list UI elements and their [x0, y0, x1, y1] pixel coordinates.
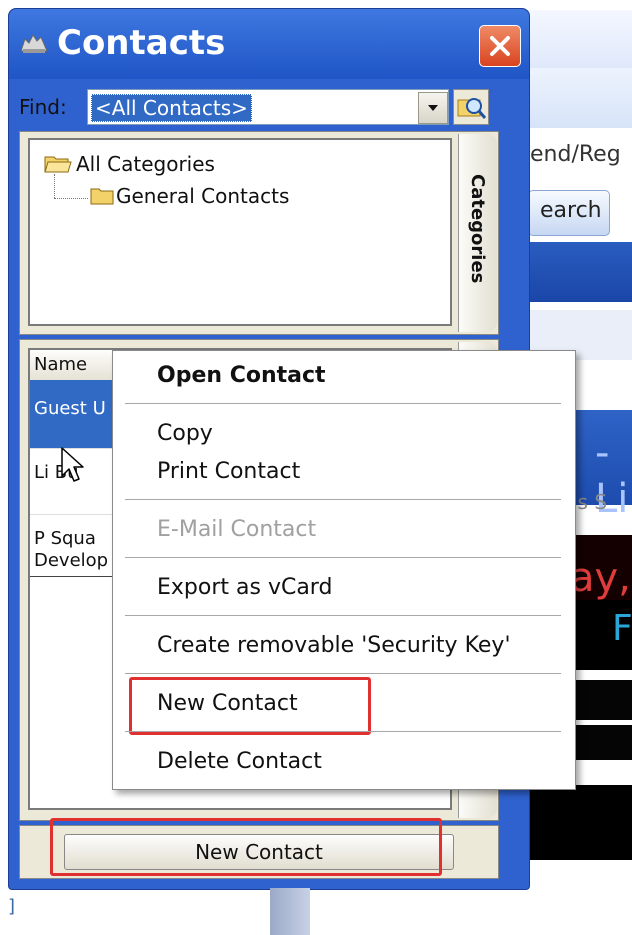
categories-tree[interactable]: All Categories General Contacts [28, 138, 452, 326]
tree-connector [54, 198, 88, 199]
menu-item-create-security-key[interactable]: Create removable 'Security Key' [157, 633, 511, 658]
title-bar[interactable]: Contacts [9, 9, 529, 79]
tree-item-general-contacts[interactable]: General Contacts [116, 184, 289, 208]
column-header-name[interactable]: Name [34, 354, 87, 375]
menu-item-email-contact: E-Mail Contact [157, 517, 317, 542]
menu-separator [125, 673, 561, 674]
menu-item-export-vcard[interactable]: Export as vCard [157, 575, 332, 600]
menu-separator [125, 499, 561, 500]
new-contact-button-highlight [50, 818, 442, 876]
background-f-text: F [612, 608, 632, 649]
tree-item-all-categories[interactable]: All Categories [76, 152, 215, 176]
bracket-glyph: ] [8, 896, 16, 917]
mouse-cursor-icon [61, 447, 84, 482]
background-ls-text: ls S [572, 490, 608, 514]
search-folder-icon [457, 98, 487, 119]
app-icon [20, 34, 48, 53]
contact-row-name[interactable]: Guest U [34, 398, 106, 419]
menu-separator [125, 731, 561, 732]
folder-icon [90, 188, 114, 205]
tab-categories[interactable]: Categories [458, 134, 497, 332]
find-combobox[interactable]: <All Contacts> [87, 89, 449, 125]
background-ay-text: ay, [570, 555, 631, 601]
menu-item-copy[interactable]: Copy [157, 421, 213, 446]
find-dropdown-button[interactable] [418, 92, 448, 124]
tree-connector [54, 174, 55, 198]
menu-item-print-contact[interactable]: Print Contact [157, 459, 300, 484]
background-search-label: earch [540, 198, 602, 223]
new-contact-menu-highlight [129, 677, 371, 735]
categories-panel: All Categories General Contacts Categori… [19, 131, 499, 335]
folder-open-icon [44, 156, 72, 173]
contact-row-name[interactable]: P Squa Develop [34, 528, 108, 572]
chevron-down-icon [428, 105, 438, 111]
background-send-register-label: end/Reg [530, 142, 621, 167]
menu-item-open-contact[interactable]: Open Contact [157, 363, 326, 388]
tab-categories-label: Categories [467, 174, 488, 284]
context-menu: Open Contact Copy Print Contact E-Mail C… [112, 350, 576, 790]
find-label: Find: [19, 95, 67, 119]
find-selected-value: <All Contacts> [91, 94, 252, 122]
background-scroll-strip [270, 888, 310, 935]
menu-separator [125, 615, 561, 616]
menu-separator [125, 557, 561, 558]
close-button[interactable] [479, 25, 521, 67]
menu-item-delete-contact[interactable]: Delete Contact [157, 749, 322, 774]
close-icon [490, 36, 510, 56]
window-title: Contacts [57, 23, 226, 63]
find-search-button[interactable] [453, 89, 489, 125]
menu-separator [125, 403, 561, 404]
